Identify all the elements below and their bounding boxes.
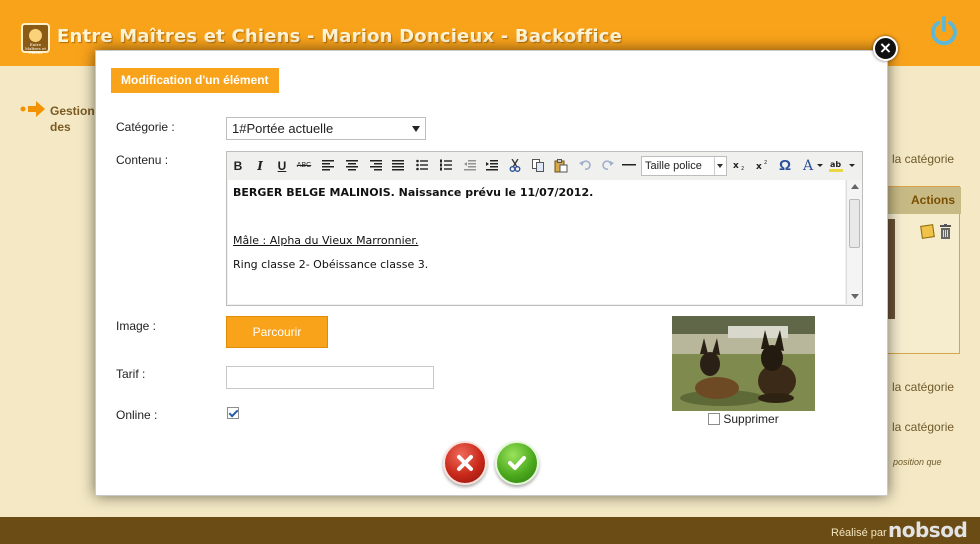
svg-text:ab: ab — [830, 160, 841, 169]
checkmark-icon — [508, 456, 526, 470]
cancel-button[interactable] — [443, 441, 487, 485]
category-link[interactable]: la catégorie — [892, 420, 954, 434]
horizontal-rule-icon[interactable] — [620, 157, 638, 175]
close-modal-button[interactable]: × — [873, 36, 898, 61]
online-checkbox[interactable] — [227, 407, 239, 419]
chevron-down-icon[interactable] — [816, 157, 824, 175]
edit-icon[interactable] — [920, 224, 935, 239]
actions-panel: Actions — [884, 186, 961, 354]
scroll-down-arrow-icon[interactable] — [851, 294, 859, 299]
copy-icon[interactable] — [529, 157, 547, 175]
strikethrough-button[interactable]: ABC — [295, 157, 313, 175]
close-x-icon — [457, 455, 473, 471]
scroll-up-arrow-icon[interactable] — [851, 184, 859, 189]
content-label: Contenu : — [116, 153, 169, 167]
editor-paragraph: Mâle : Alpha du Vieux Marronnier. — [233, 234, 419, 247]
trash-icon[interactable] — [940, 224, 951, 239]
editor-paragraph: Ring classe 2- Obéissance classe 3. — [233, 258, 429, 271]
site-title: Entre Maîtres et Chiens - Marion Doncieu… — [57, 26, 623, 47]
editor-toolbar: B I U ABC Taille police x2 x2 Ω A ab — [227, 152, 862, 180]
font-size-select[interactable]: Taille police — [641, 156, 727, 176]
superscript-icon[interactable]: x2 — [754, 157, 772, 175]
bullet-list-icon[interactable] — [413, 157, 431, 175]
scroll-thumb[interactable] — [849, 199, 860, 248]
save-button[interactable] — [495, 441, 539, 485]
svg-text:2: 2 — [764, 160, 767, 166]
category-selected-value: 1#Portée actuelle — [232, 121, 334, 136]
online-checkbox-wrap — [227, 406, 239, 420]
category-link[interactable]: la catégorie — [892, 152, 954, 166]
cut-scissors-icon[interactable] — [506, 157, 524, 175]
modal-title: Modification d'un élément — [111, 68, 279, 93]
image-preview — [672, 316, 815, 411]
delete-image-row: Supprimer — [708, 412, 779, 428]
online-label: Online : — [116, 408, 158, 422]
chevron-down-icon — [412, 126, 420, 132]
font-size-select-label: Taille police — [645, 160, 702, 172]
site-logo[interactable]: Entre Maîtres et Chiens — [21, 23, 50, 55]
logout-power-icon[interactable] — [927, 14, 961, 48]
indent-icon[interactable] — [483, 157, 501, 175]
special-character-icon[interactable]: Ω — [776, 157, 794, 175]
delete-image-checkbox[interactable] — [708, 413, 720, 425]
undo-icon[interactable] — [576, 157, 594, 175]
footer-brand-logo[interactable]: nobsod — [888, 518, 968, 542]
arrow-right-icon — [20, 100, 46, 118]
editor-content[interactable]: BERGER BELGE MALINOIS. Naissance prévu l… — [228, 180, 845, 304]
outdent-icon[interactable] — [461, 157, 479, 175]
redo-icon[interactable] — [599, 157, 617, 175]
editor-scrollbar[interactable] — [846, 180, 862, 304]
italic-button[interactable]: I — [251, 157, 269, 175]
category-link[interactable]: la catégorie — [892, 380, 954, 394]
delete-image-label: Supprimer — [723, 412, 779, 426]
category-select[interactable]: 1#Portée actuelle — [226, 117, 426, 140]
browse-button[interactable]: Parcourir — [226, 316, 328, 348]
align-right-icon[interactable] — [367, 157, 385, 175]
align-justify-icon[interactable] — [389, 157, 407, 175]
actions-column-header: Actions — [885, 187, 961, 214]
text-color-icon[interactable]: A — [799, 157, 817, 175]
price-label: Tarif : — [116, 367, 146, 381]
svg-text:x: x — [733, 161, 739, 171]
logo-text: Entre Maîtres et Chiens — [25, 42, 46, 55]
editor-paragraph: BERGER BELGE MALINOIS. Naissance prévu l… — [233, 186, 594, 199]
subscript-icon[interactable]: x2 — [731, 157, 749, 175]
bold-button[interactable]: B — [229, 157, 247, 175]
position-note: position que — [893, 457, 942, 467]
price-input[interactable] — [226, 366, 434, 389]
rich-text-editor: B I U ABC Taille police x2 x2 Ω A ab BER… — [226, 151, 863, 306]
align-left-icon[interactable] — [319, 157, 337, 175]
footer-credit-label: Réalisé par — [831, 527, 887, 539]
logo-emblem — [29, 29, 42, 42]
svg-text:2: 2 — [741, 166, 744, 171]
sidebar-item-prestations[interactable]: Gestion des prestations — [50, 103, 98, 137]
paste-icon[interactable] — [552, 157, 570, 175]
close-icon: × — [878, 38, 893, 57]
category-label: Catégorie : — [116, 120, 175, 134]
chevron-down-icon — [717, 164, 723, 168]
chevron-down-icon[interactable] — [847, 157, 857, 175]
numbered-list-icon[interactable] — [437, 157, 455, 175]
svg-text:x: x — [756, 162, 762, 171]
editor-blank-line — [233, 210, 840, 223]
align-center-icon[interactable] — [343, 157, 361, 175]
edit-item-modal: Modification d'un élément Catégorie : 1#… — [95, 50, 888, 496]
underline-button[interactable]: U — [273, 157, 291, 175]
image-label: Image : — [116, 319, 157, 333]
highlight-color-icon[interactable]: ab — [828, 157, 846, 175]
